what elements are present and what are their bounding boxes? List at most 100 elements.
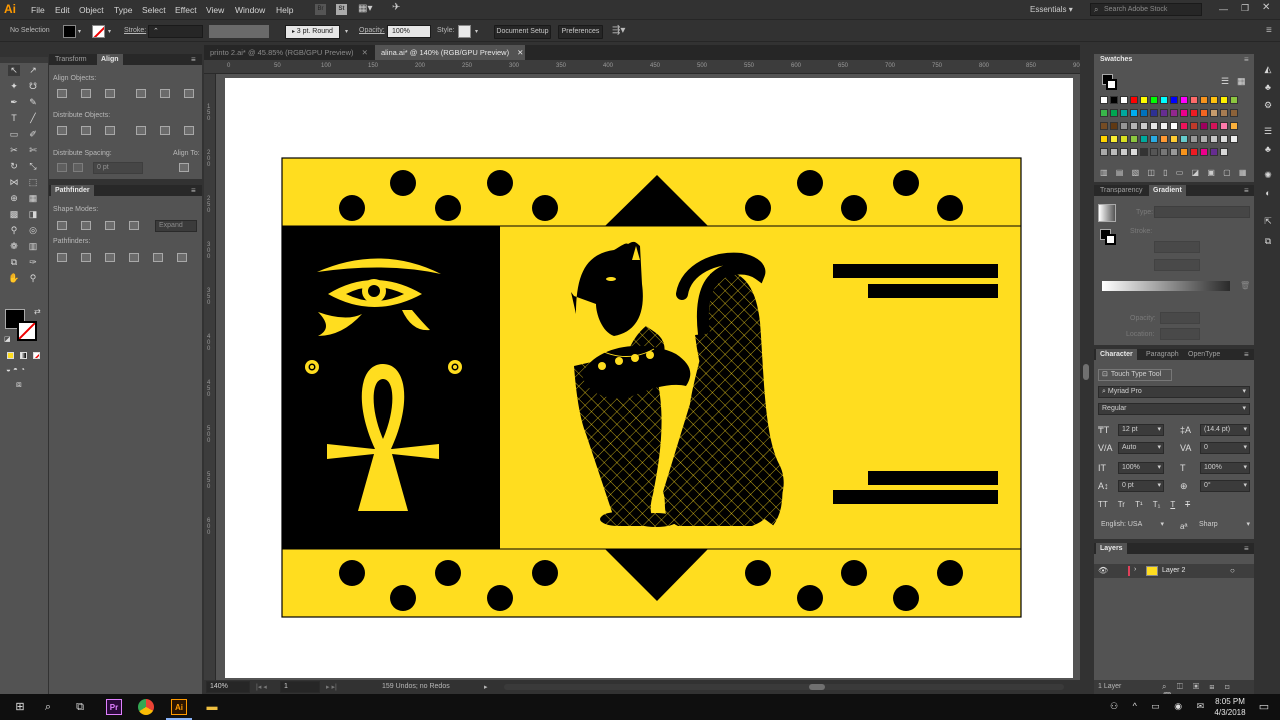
symbols-panel-icon[interactable]: ♣ <box>1262 82 1274 93</box>
color-swatch[interactable] <box>1190 96 1198 104</box>
color-swatch[interactable] <box>1110 109 1118 117</box>
leading-field[interactable]: (14.4 pt) ▾ <box>1200 424 1250 436</box>
color-swatch[interactable] <box>1170 148 1178 156</box>
rectangle-tool-icon[interactable]: ▭ <box>8 129 20 140</box>
minus-back-icon[interactable] <box>177 253 187 262</box>
tab-layers[interactable]: Layers <box>1096 543 1127 554</box>
baseline-shift-field[interactable]: 0 pt ▾ <box>1118 480 1164 492</box>
color-swatch[interactable] <box>1220 96 1228 104</box>
color-swatch[interactable] <box>1140 135 1148 143</box>
mesh-tool-icon[interactable]: ▩ <box>8 209 20 220</box>
color-swatch[interactable] <box>1160 148 1168 156</box>
bridge-icon[interactable]: Br <box>315 4 326 15</box>
color-swatch[interactable] <box>1140 148 1148 156</box>
color-swatch[interactable] <box>1170 135 1178 143</box>
color-swatch[interactable] <box>1180 148 1188 156</box>
stock-icon[interactable]: St <box>336 4 347 15</box>
draw-mode-icon[interactable]: ◒ ◓ ◔ <box>6 365 25 374</box>
color-swatch[interactable] <box>1100 135 1108 143</box>
color-swatch[interactable] <box>1170 109 1178 117</box>
color-swatch[interactable] <box>1190 122 1198 130</box>
default-fill-stroke-icon[interactable]: ◪ <box>4 335 11 343</box>
menu-help[interactable]: Help <box>276 5 293 15</box>
swatch-toolbar[interactable]: ▥ ▤ ▧ ◫ ▯ ▭ ◪ ▣ ▢ ▦ <box>1100 168 1250 178</box>
color-swatch[interactable] <box>1230 135 1238 143</box>
artboard-number-field[interactable]: 1 <box>280 681 320 693</box>
color-swatch[interactable] <box>1140 109 1148 117</box>
magic-wand-tool-icon[interactable]: ✦ <box>8 81 20 92</box>
close-icon[interactable]: ✕ <box>1262 2 1270 13</box>
panel-menu-icon[interactable]: ≡ <box>1266 25 1272 36</box>
layer-row[interactable]: 👁 › Layer 2 ○ <box>1094 564 1254 578</box>
panel-menu-icon[interactable]: ≡ <box>191 54 196 65</box>
list-view-icon[interactable]: ☰ <box>1221 76 1229 87</box>
windows-start-icon[interactable]: ⊞ <box>12 699 28 715</box>
color-swatch[interactable] <box>1220 135 1228 143</box>
graphic-style-swatch[interactable] <box>458 25 471 38</box>
distribute-center-icon[interactable] <box>81 126 91 135</box>
tab-gradient[interactable]: Gradient <box>1149 185 1186 196</box>
tab-opentype[interactable]: OpenType <box>1184 349 1224 360</box>
color-swatch[interactable] <box>1120 96 1128 104</box>
antialiasing-select[interactable]: Sharp ▾ <box>1196 520 1250 532</box>
preferences-button[interactable]: Preferences <box>558 25 603 39</box>
paintbrush-tool-icon[interactable]: ✐ <box>27 129 39 140</box>
crop-icon[interactable] <box>129 253 139 262</box>
menu-window[interactable]: Window <box>235 5 265 15</box>
color-swatch[interactable] <box>1130 109 1138 117</box>
color-swatch[interactable] <box>1150 109 1158 117</box>
color-swatch[interactable] <box>1180 96 1188 104</box>
illustrator-icon[interactable]: Ai <box>171 699 187 715</box>
lasso-tool-icon[interactable]: ☋ <box>27 81 39 92</box>
next-artboard-icon[interactable]: ▸ ▸| <box>326 683 337 691</box>
color-swatch[interactable] <box>1150 96 1158 104</box>
grid-view-icon[interactable]: ▦ <box>1237 76 1246 87</box>
exclude-icon[interactable] <box>129 221 139 230</box>
gradient-tool-icon[interactable]: ◨ <box>27 209 39 220</box>
chevron-right-icon[interactable]: › <box>1134 566 1136 573</box>
tab-document-alina[interactable]: alina.ai* @ 140% (RGB/GPU Preview) ✕ <box>375 45 525 60</box>
color-swatch[interactable] <box>1220 148 1228 156</box>
color-swatch[interactable] <box>1110 148 1118 156</box>
color-swatch[interactable] <box>1220 122 1228 130</box>
color-swatch[interactable] <box>1120 135 1128 143</box>
color-swatch[interactable] <box>1200 148 1208 156</box>
shape-builder-tool-icon[interactable]: ⊕ <box>8 193 20 204</box>
distribute-vspace-icon[interactable] <box>57 163 67 172</box>
gradient-preview[interactable] <box>1098 204 1116 222</box>
gpu-performance-icon[interactable]: ✈ <box>392 2 400 13</box>
column-graph-tool-icon[interactable]: ▥ <box>27 241 39 252</box>
color-swatch[interactable] <box>1170 122 1178 130</box>
color-swatch[interactable] <box>1110 96 1118 104</box>
distribute-left-icon[interactable] <box>136 126 146 135</box>
document-setup-button[interactable]: Document Setup <box>494 25 551 39</box>
color-swatch[interactable] <box>1200 122 1208 130</box>
distribute-top-icon[interactable] <box>57 126 67 135</box>
task-view-icon[interactable]: ⧉ <box>72 699 88 715</box>
status-menu-icon[interactable]: ▸ <box>484 683 488 691</box>
chevron-down-icon[interactable]: ▾ <box>108 28 111 35</box>
canvas-area[interactable] <box>216 74 1080 680</box>
color-swatch[interactable] <box>1160 96 1168 104</box>
menu-file[interactable]: File <box>31 5 45 15</box>
none-mode-icon[interactable] <box>33 352 40 359</box>
distribute-right-icon[interactable] <box>184 126 194 135</box>
width-tool-icon[interactable]: ⋈ <box>8 177 20 188</box>
color-swatch[interactable] <box>1190 135 1198 143</box>
chrome-icon[interactable] <box>138 699 154 715</box>
color-swatch[interactable] <box>1180 122 1188 130</box>
scroll-thumb[interactable] <box>1083 364 1089 380</box>
font-family-select[interactable]: ⌕ Myriad Pro ▾ <box>1098 386 1250 398</box>
stroke-weight-field[interactable]: ⌃ <box>148 25 203 38</box>
color-swatch[interactable] <box>1150 148 1158 156</box>
color-swatch[interactable] <box>1230 122 1238 130</box>
color-swatch[interactable] <box>1180 109 1188 117</box>
color-swatch[interactable] <box>1220 109 1228 117</box>
stroke-swatch[interactable] <box>1106 79 1117 90</box>
shaper-tool-icon[interactable]: ✂ <box>8 145 20 156</box>
menu-select[interactable]: Select <box>142 5 166 15</box>
color-swatch[interactable] <box>1160 109 1168 117</box>
panel-menu-icon[interactable]: ≡ <box>191 185 196 196</box>
vertical-scrollbar[interactable] <box>1081 74 1091 680</box>
scissors-tool-icon[interactable]: ✄ <box>27 145 39 156</box>
